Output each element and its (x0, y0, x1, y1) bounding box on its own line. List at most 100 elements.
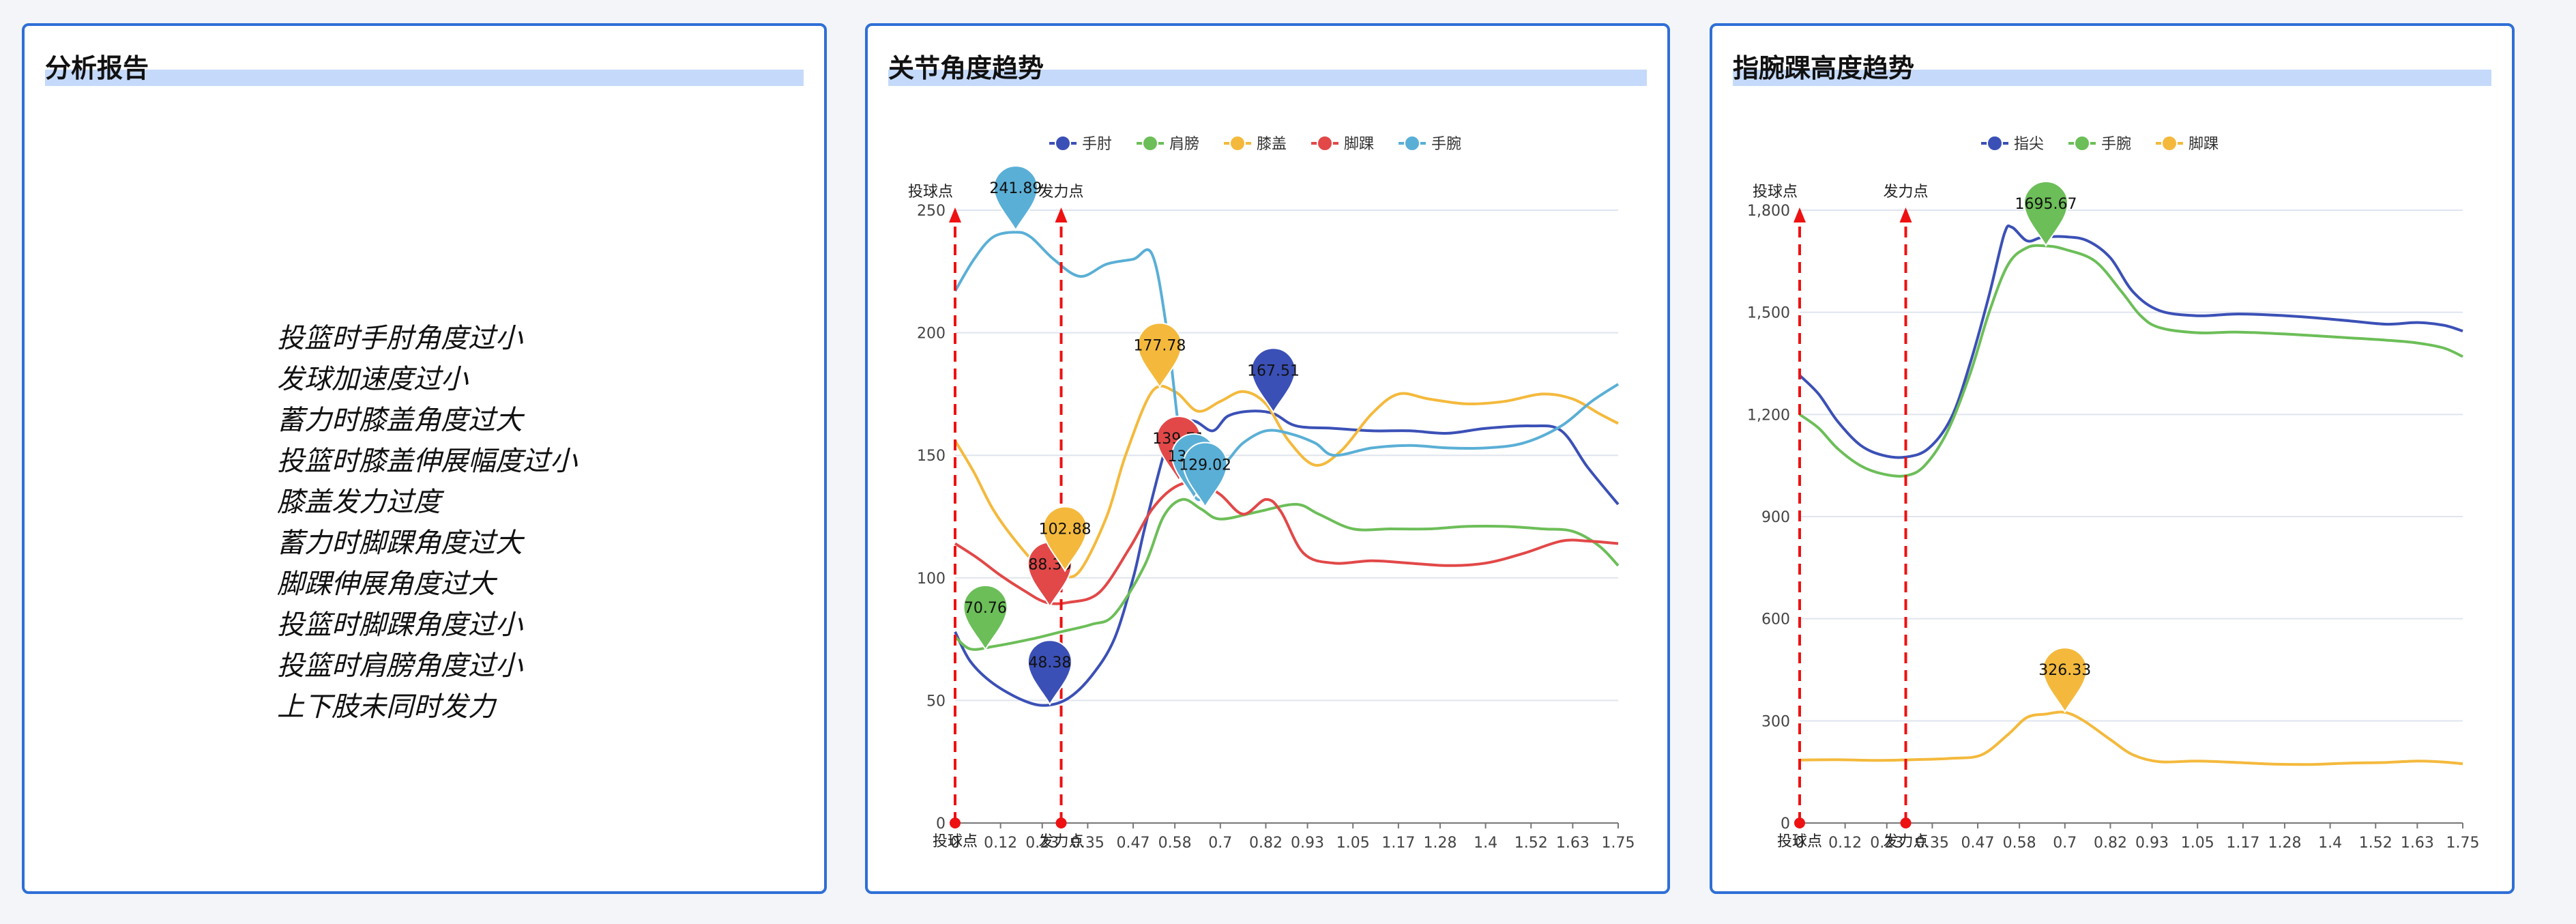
y-tick-label: 600 (1761, 611, 1790, 629)
legend-marker (1142, 135, 1158, 151)
pin-marker (1182, 442, 1228, 508)
x-tick-label: 0.47 (1961, 835, 1995, 852)
pin-label: 177.78 (1133, 337, 1186, 354)
height-trend-chart: 指尖 手腕 脚踝03006009001,2001,5001,8000 0.12 0.23… (1747, 135, 2480, 852)
marker-axis-label: 投球点 (1777, 833, 1822, 850)
height-trend-panel: 指腕踝高度趋势 指尖 手腕 脚踝 0 300 600 900 1,200 1,500 1,800 0… (1710, 23, 2515, 894)
marker-dot (1794, 818, 1805, 828)
legend-label: 膝盖 (1257, 136, 1287, 153)
pin-marker (2042, 647, 2088, 714)
pin-marker (1250, 347, 1296, 414)
y-tick-label: 900 (1761, 509, 1790, 526)
pin-label: 48.38 (1028, 654, 1071, 672)
height-panel-header: 指腕踝高度趋势 (1733, 49, 2491, 87)
marker-label: 发力点 (1039, 184, 1084, 201)
report-item: 上下肢未同时发力 (277, 691, 495, 723)
legend-label: 脚踝 (1344, 136, 1374, 153)
legend-label: 指尖 (2014, 136, 2044, 153)
x-tick-label: 1.05 (1336, 835, 1370, 852)
report-item: 投篮时肩膀角度过小 (277, 650, 523, 682)
legend-marker (1404, 135, 1420, 151)
x-tick-label: 0.58 (1158, 835, 1192, 852)
y-tick-label: 0 (936, 815, 946, 833)
pin-label: 167.51 (1247, 362, 1300, 379)
y-tick-label: 1,200 (1747, 407, 1790, 424)
y-tick-label: 1,500 (1747, 305, 1790, 322)
x-tick-label: 1.05 (2181, 835, 2214, 852)
legend-marker (1229, 135, 1246, 151)
y-tick-label: 250 (917, 203, 946, 220)
x-tick-label: 1.63 (1556, 835, 1590, 852)
report-item: 投篮时手肘角度过小 (277, 323, 523, 354)
x-tick-label: 0.12 (984, 835, 1017, 852)
legend-label: 脚踝 (2189, 136, 2219, 153)
y-tick-label: 1,800 (1747, 203, 1790, 220)
report-list: 投篮时手肘角度过小 发球加速度过小 蓄力时膝盖角度过大 投篮时膝盖伸展幅度过小 … (277, 318, 577, 727)
pin-marker (1137, 322, 1182, 389)
x-tick-label: 1.28 (2268, 835, 2301, 852)
pin-label: 326.33 (2038, 662, 2091, 679)
x-tick-label: 1.4 (1474, 835, 1497, 852)
report-item: 蓄力时脚踝角度过大 (277, 528, 523, 559)
x-tick-label: 0.82 (1249, 835, 1283, 852)
legend-marker (2074, 135, 2090, 151)
series-line (1798, 224, 2463, 459)
x-tick-label: 1.52 (2359, 835, 2392, 852)
panel-title: 指腕踝高度趋势 (1733, 53, 1915, 83)
legend-label: 手肘 (1082, 136, 1112, 153)
marker-label: 投球点 (908, 184, 953, 201)
marker-dot (950, 818, 961, 828)
legend-label: 手腕 (2101, 136, 2131, 153)
series-line (1799, 710, 2463, 766)
marker-dot (1055, 818, 1067, 828)
report-item: 蓄力时膝盖角度过大 (277, 405, 523, 436)
report-item: 发球加速度过小 (277, 364, 468, 395)
x-tick-label: 0.47 (1117, 835, 1150, 852)
legend-label: 肩膀 (1169, 136, 1199, 153)
marker-label: 投球点 (1753, 184, 1798, 201)
report-item: 膝盖发力过度 (277, 487, 441, 518)
marker-label: 发力点 (1884, 184, 1929, 201)
y-tick-label: 300 (1761, 713, 1790, 730)
series-line (1798, 244, 2463, 478)
legend-marker (2161, 135, 2178, 151)
pin-marker (963, 584, 1008, 651)
panel-title: 关节角度趋势 (888, 53, 1044, 83)
report-item: 投篮时膝盖伸展幅度过小 (277, 446, 577, 477)
report-item: 脚踝伸展角度过大 (277, 568, 495, 600)
joint-angle-panel: 关节角度趋势 手肘 肩膀 膝盖 脚踝 手腕 0 50 100 150 200 250 0 0.12 0.2… (865, 23, 1670, 894)
x-tick-label: 1.17 (2226, 835, 2259, 852)
pin-label: 70.76 (964, 600, 1007, 617)
x-tick-label: 0.82 (2094, 835, 2127, 852)
report-item: 投篮时脚踝角度过小 (277, 609, 523, 641)
pin-label: 1695.67 (2015, 196, 2077, 213)
joint-angle-chart: 手肘 肩膀 膝盖 脚踝 手腕0501001502002500 0.12 0.23 0.35 0.… (908, 135, 1635, 852)
x-tick-label: 1.75 (2446, 835, 2480, 852)
x-tick-label: 1.52 (1514, 835, 1548, 852)
y-tick-label: 200 (917, 326, 946, 343)
y-tick-label: 100 (917, 571, 946, 588)
marker-dot (1900, 818, 1912, 828)
y-tick-label: 150 (917, 448, 946, 465)
x-tick-label: 1.75 (1602, 835, 1635, 852)
legend-marker (1317, 135, 1333, 151)
x-tick-label: 0.7 (1208, 835, 1232, 852)
y-tick-label: 50 (926, 693, 946, 710)
legend-marker (1055, 135, 1071, 151)
marker-axis-label: 发力点 (1884, 833, 1929, 850)
pin-marker (993, 165, 1038, 232)
y-tick-label: 0 (1781, 815, 1790, 833)
x-tick-label: 0.93 (1291, 835, 1324, 852)
pin-label: 241.89 (989, 180, 1042, 197)
x-tick-label: 0.93 (2135, 835, 2169, 852)
pin-label: 102.88 (1039, 521, 1092, 538)
x-tick-label: 0.7 (2053, 835, 2077, 852)
report-panel-header: 分析报告 (45, 49, 804, 87)
x-tick-label: 1.28 (1423, 835, 1457, 852)
x-tick-label: 1.4 (2318, 835, 2342, 852)
joint-panel-header: 关节角度趋势 (888, 49, 1647, 87)
legend-marker (1987, 135, 2003, 151)
title-underline (45, 70, 804, 86)
x-tick-label: 1.63 (2401, 835, 2434, 852)
report-panel: 分析报告 投篮时手肘角度过小 发球加速度过小 蓄力时膝盖角度过大 投篮时膝盖伸展… (22, 23, 827, 894)
